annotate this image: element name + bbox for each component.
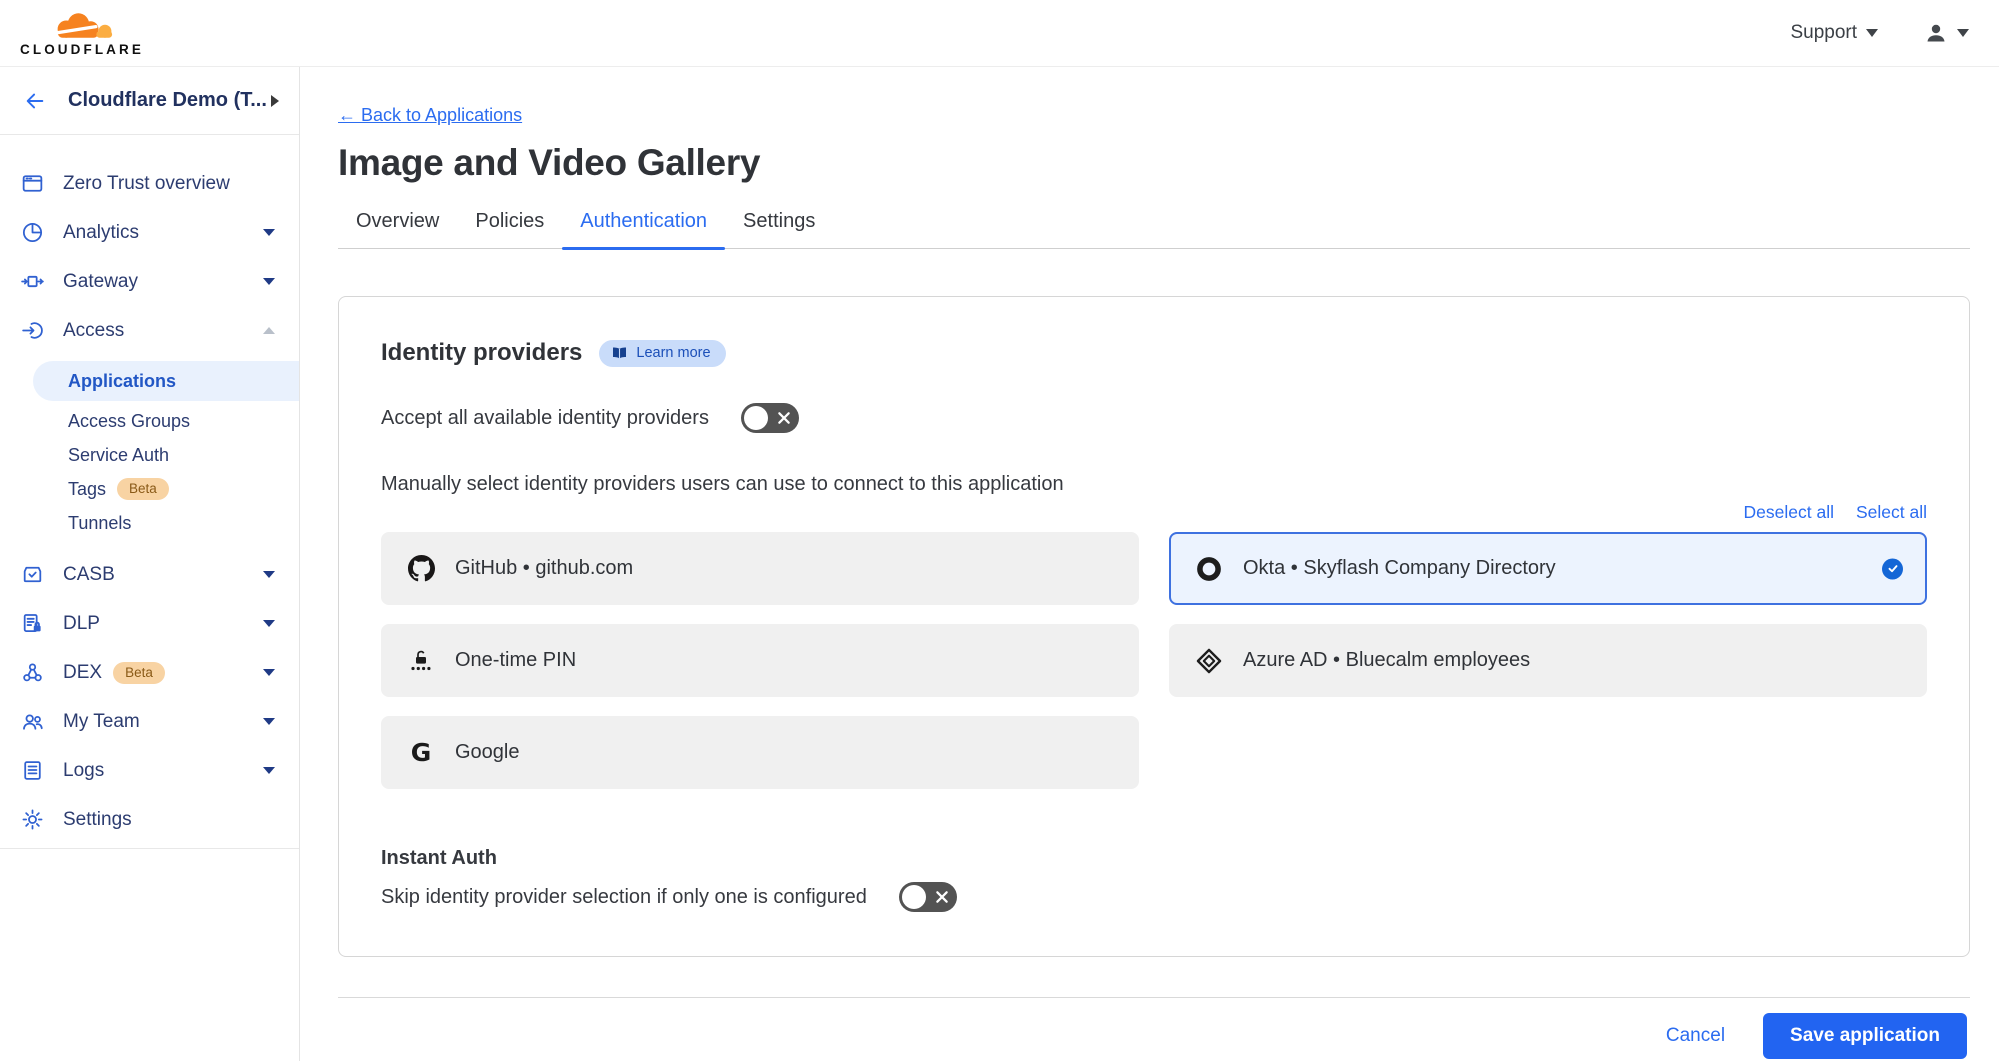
provider-label: One-time PIN xyxy=(455,649,576,672)
one-time-pin-icon xyxy=(407,650,435,671)
sidebar-item-access-groups[interactable]: Access Groups xyxy=(0,404,299,438)
sidebar-item-my-team[interactable]: My Team xyxy=(0,697,299,746)
document-lock-icon xyxy=(20,611,45,636)
main-content: ← Back to Applications Image and Video G… xyxy=(300,67,1999,1061)
account-menu[interactable] xyxy=(1924,21,1969,45)
instant-auth-title: Instant Auth xyxy=(381,847,1927,870)
accept-all-label: Accept all available identity providers xyxy=(381,407,709,430)
accept-all-toggle[interactable] xyxy=(741,403,799,433)
sidebar-item-analytics[interactable]: Analytics xyxy=(0,208,299,257)
footer-divider xyxy=(338,997,1970,998)
page-title: Image and Video Gallery xyxy=(338,142,1970,184)
chevron-right-icon[interactable] xyxy=(271,95,279,107)
google-icon: G xyxy=(407,738,435,767)
provider-label: GitHub • github.com xyxy=(455,557,633,580)
provider-label: Azure AD • Bluecalm employees xyxy=(1243,649,1530,672)
book-icon xyxy=(611,346,628,360)
azure-ad-icon xyxy=(1195,648,1223,674)
support-menu[interactable]: Support xyxy=(1790,22,1878,44)
access-icon xyxy=(20,318,45,343)
tab-bar: Overview Policies Authentication Setting… xyxy=(338,210,1970,249)
chevron-down-icon xyxy=(263,718,275,725)
casb-box-icon xyxy=(20,562,45,587)
sidebar-item-zero-trust-overview[interactable]: Zero Trust overview xyxy=(0,159,299,208)
account-name: Cloudflare Demo (T... xyxy=(68,89,267,112)
chevron-down-icon xyxy=(263,767,275,774)
sidebar-item-logs[interactable]: Logs xyxy=(0,746,299,795)
chevron-down-icon xyxy=(263,229,275,236)
chevron-down-icon xyxy=(263,669,275,676)
footer-actions: Cancel Save application xyxy=(338,1013,1970,1059)
sidebar-item-casb[interactable]: CASB xyxy=(0,550,299,599)
sidebar-item-applications[interactable]: Applications xyxy=(33,361,299,401)
selected-check-icon xyxy=(1882,558,1903,579)
provider-tile-google[interactable]: G Google xyxy=(381,716,1139,789)
sidebar-divider xyxy=(0,848,299,849)
sidebar-account-header[interactable]: Cloudflare Demo (T... xyxy=(0,67,299,135)
deselect-all-link[interactable]: Deselect all xyxy=(1744,502,1834,523)
chevron-down-icon xyxy=(1866,29,1878,37)
back-to-applications-link[interactable]: ← Back to Applications xyxy=(338,105,522,126)
back-arrow-icon[interactable] xyxy=(24,90,46,112)
tab-overview[interactable]: Overview xyxy=(338,210,457,248)
chevron-up-icon xyxy=(263,327,275,334)
cloudflare-wordmark: CLOUDFLARE xyxy=(20,43,144,57)
tab-authentication[interactable]: Authentication xyxy=(562,210,725,248)
provider-tile-azure-ad[interactable]: Azure AD • Bluecalm employees xyxy=(1169,624,1927,697)
toggle-knob xyxy=(902,885,926,909)
provider-tile-github[interactable]: GitHub • github.com xyxy=(381,532,1139,605)
manual-select-text: Manually select identity providers users… xyxy=(381,473,1927,496)
cloudflare-logo[interactable]: CLOUDFLARE xyxy=(20,9,144,57)
sidebar-item-dlp[interactable]: DLP xyxy=(0,599,299,648)
instant-auth-label: Skip identity provider selection if only… xyxy=(381,886,867,909)
sidebar: Cloudflare Demo (T... Zero Trust overvie… xyxy=(0,67,300,1061)
beta-badge: Beta xyxy=(113,662,165,684)
provider-label: Okta • Skyflash Company Directory xyxy=(1243,557,1556,580)
instant-auth-toggle[interactable] xyxy=(899,882,957,912)
chevron-down-icon xyxy=(263,571,275,578)
gear-icon xyxy=(20,807,45,832)
identity-providers-card: Identity providers Learn more Accept all… xyxy=(338,296,1970,957)
learn-more-label: Learn more xyxy=(636,345,710,361)
chevron-down-icon xyxy=(263,620,275,627)
tab-settings[interactable]: Settings xyxy=(725,210,833,248)
cloudflare-cloud-icon xyxy=(45,9,119,42)
analytics-pie-icon xyxy=(20,220,45,245)
learn-more-badge[interactable]: Learn more xyxy=(599,340,725,367)
sidebar-item-dex[interactable]: DEX Beta xyxy=(0,648,299,697)
gateway-icon xyxy=(20,269,45,294)
chevron-down-icon xyxy=(1957,29,1969,37)
x-icon xyxy=(777,411,791,425)
access-subnav: Applications Access Groups Service Auth … xyxy=(0,355,299,550)
beta-badge: Beta xyxy=(117,478,169,500)
topbar: CLOUDFLARE Support xyxy=(0,0,1999,67)
x-icon xyxy=(935,890,949,904)
provider-grid: GitHub • github.com Okta • Skyflash Comp… xyxy=(381,532,1927,789)
provider-label: Google xyxy=(455,741,520,764)
provider-tile-one-time-pin[interactable]: One-time PIN xyxy=(381,624,1139,697)
provider-tile-okta[interactable]: Okta • Skyflash Company Directory xyxy=(1169,532,1927,605)
tab-policies[interactable]: Policies xyxy=(457,210,562,248)
save-application-button[interactable]: Save application xyxy=(1763,1013,1967,1059)
sidebar-item-tags[interactable]: Tags Beta xyxy=(0,472,299,506)
user-icon xyxy=(1924,21,1948,45)
sidebar-item-service-auth[interactable]: Service Auth xyxy=(0,438,299,472)
github-icon xyxy=(407,555,435,582)
sidebar-item-tunnels[interactable]: Tunnels xyxy=(0,506,299,540)
chevron-down-icon xyxy=(263,278,275,285)
sidebar-item-access[interactable]: Access xyxy=(0,306,299,355)
cancel-button[interactable]: Cancel xyxy=(1666,1025,1725,1047)
toggle-knob xyxy=(744,406,768,430)
sidebar-item-gateway[interactable]: Gateway xyxy=(0,257,299,306)
window-icon xyxy=(20,171,45,196)
sidebar-item-settings[interactable]: Settings xyxy=(0,795,299,844)
network-nodes-icon xyxy=(20,660,45,685)
logs-list-icon xyxy=(20,758,45,783)
sidebar-nav: Zero Trust overview Analytics Gateway xyxy=(0,135,299,849)
support-label: Support xyxy=(1790,22,1857,44)
okta-icon xyxy=(1195,556,1223,582)
people-icon xyxy=(20,709,45,734)
card-title: Identity providers xyxy=(381,339,582,367)
select-all-link[interactable]: Select all xyxy=(1856,502,1927,523)
